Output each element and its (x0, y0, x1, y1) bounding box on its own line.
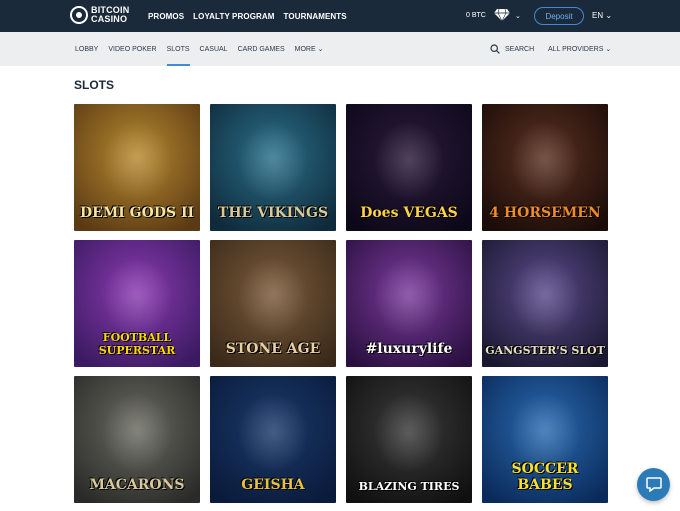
balance[interactable]: 0 BTC (466, 12, 486, 19)
chat-button[interactable] (637, 468, 670, 501)
game-title: STONE AGE (225, 341, 321, 357)
game-tile[interactable]: GEISHA (210, 376, 336, 503)
language-select[interactable]: EN ⌄ (592, 11, 612, 20)
language-label: EN (592, 11, 604, 20)
chat-icon (645, 477, 662, 492)
game-title: 4 HORSEMEN (489, 205, 601, 221)
game-title: FOOTBALL SUPERSTAR (98, 331, 176, 357)
deposit-button[interactable]: Deposit (534, 7, 584, 25)
top-bar: BITCOIN CASINO PROMOS LOYALTY PROGRAM TO… (0, 0, 680, 32)
tab-card-games[interactable]: CARD GAMES (238, 32, 285, 66)
game-title: Does VEGAS (360, 205, 458, 221)
game-tile[interactable]: #luxurylife (346, 240, 472, 367)
tab-lobby[interactable]: LOBBY (75, 32, 98, 66)
category-bar: LOBBY VIDEO POKER SLOTS CASUAL CARD GAME… (0, 32, 680, 66)
nav-loyalty-program[interactable]: LOYALTY PROGRAM (193, 12, 274, 21)
chevron-down-icon[interactable]: ⌄ (515, 12, 521, 20)
search-label: SEARCH (505, 45, 535, 53)
game-title: SOCCER BABES (511, 461, 579, 493)
search-button[interactable]: SEARCH (490, 44, 534, 54)
game-title: #luxurylife (365, 341, 453, 357)
chevron-down-icon: ⌄ (605, 11, 613, 20)
game-tile[interactable]: MACARONS (74, 376, 200, 503)
game-grid: DEMI GODS II THE VIKINGS Does VEGAS 4 HORSE… (74, 104, 608, 503)
diamond-icon[interactable] (494, 9, 510, 21)
logo-line2: CASINO (91, 14, 128, 24)
game-title: THE VIKINGS (217, 205, 329, 221)
providers-dropdown[interactable]: ALL PROVIDERS ⌄ (548, 45, 611, 53)
logo-icon (70, 6, 88, 24)
game-tile[interactable]: GANGSTER'S SLOT (482, 240, 608, 367)
game-tile[interactable]: FOOTBALL SUPERSTAR (74, 240, 200, 367)
game-title: BLAZING TIRES (358, 480, 460, 493)
page-title: SLOTS (74, 78, 115, 92)
game-tile[interactable]: THE VIKINGS (210, 104, 336, 231)
tab-video-poker[interactable]: VIDEO POKER (108, 32, 156, 66)
nav-tournaments[interactable]: TOURNAMENTS (284, 12, 347, 21)
game-tile[interactable]: SOCCER BABES (482, 376, 608, 503)
game-tile[interactable]: 4 HORSEMEN (482, 104, 608, 231)
game-tile[interactable]: BLAZING TIRES (346, 376, 472, 503)
game-title: GANGSTER'S SLOT (485, 344, 605, 357)
game-tile[interactable]: STONE AGE (210, 240, 336, 367)
nav-promos[interactable]: PROMOS (148, 12, 184, 21)
game-title: MACARONS (89, 477, 185, 493)
game-title: GEISHA (241, 477, 305, 493)
game-title: DEMI GODS II (79, 205, 195, 221)
logo[interactable]: BITCOIN CASINO (70, 6, 129, 24)
tab-slots[interactable]: SLOTS (166, 32, 190, 66)
category-nav: LOBBY VIDEO POKER SLOTS CASUAL CARD GAME… (75, 32, 333, 66)
tab-casual[interactable]: CASUAL (200, 32, 228, 66)
top-nav: PROMOS LOYALTY PROGRAM TOURNAMENTS (148, 0, 356, 32)
game-tile[interactable]: Does VEGAS (346, 104, 472, 231)
tab-more[interactable]: MORE ⌄ (295, 32, 324, 66)
search-icon (490, 44, 500, 54)
game-tile[interactable]: DEMI GODS II (74, 104, 200, 231)
